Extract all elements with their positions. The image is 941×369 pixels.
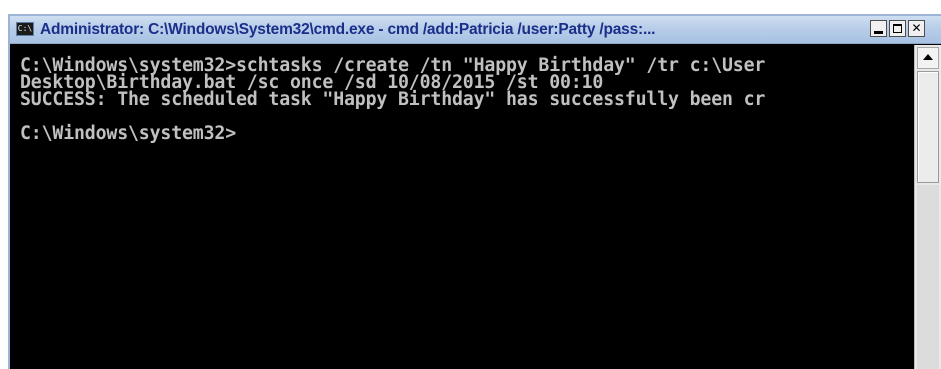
minimize-icon bbox=[874, 31, 883, 34]
maximize-button[interactable] bbox=[889, 20, 906, 37]
minimize-button[interactable] bbox=[870, 20, 887, 37]
console-output[interactable]: C:\Windows\system32>schtasks /create /tn… bbox=[10, 45, 914, 369]
title-bar[interactable]: C:\ Administrator: C:\Windows\System32\c… bbox=[10, 16, 941, 44]
scroll-thumb[interactable] bbox=[917, 71, 939, 183]
cmd-icon[interactable]: C:\ bbox=[16, 22, 34, 36]
maximize-icon bbox=[893, 24, 902, 33]
scroll-up-button[interactable] bbox=[917, 47, 939, 69]
console-text: C:\Windows\system32>schtasks /create /tn… bbox=[20, 55, 766, 144]
scroll-track[interactable] bbox=[917, 185, 939, 369]
chevron-up-icon bbox=[923, 54, 933, 60]
vertical-scrollbar[interactable] bbox=[914, 45, 941, 369]
cmd-window: C:\ Administrator: C:\Windows\System32\c… bbox=[8, 14, 941, 369]
close-icon: ✕ bbox=[911, 21, 922, 35]
window-title: Administrator: C:\Windows\System32\cmd.e… bbox=[40, 21, 656, 38]
close-button[interactable]: ✕ bbox=[908, 20, 925, 37]
